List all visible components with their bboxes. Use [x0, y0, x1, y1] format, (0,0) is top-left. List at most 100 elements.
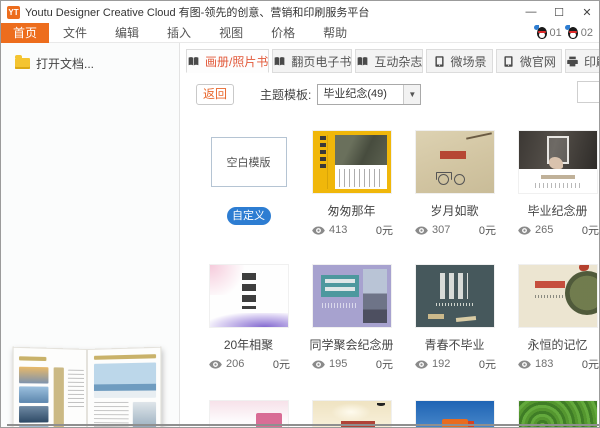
template-name: 毕业纪念册: [506, 202, 600, 219]
window-controls: — ☐ ✕: [517, 1, 600, 23]
menu-item-file[interactable]: 文件: [49, 23, 101, 43]
blank-template-thumbnail[interactable]: 空白模版: [211, 137, 287, 187]
template-toolbar: 返回 主题模板: 毕业纪念(49) ▼: [181, 79, 600, 109]
open-document-label: 打开文档...: [36, 55, 94, 72]
customize-button[interactable]: 自定义: [227, 207, 271, 225]
views-eye-icon: [415, 226, 428, 235]
window-bottom-edge: [7, 424, 599, 426]
menu-item-insert[interactable]: 插入: [153, 23, 205, 43]
view-count: 307: [432, 224, 450, 236]
qq-penguin-icon: [566, 26, 579, 39]
views-eye-icon: [209, 360, 222, 369]
qq-contact-1[interactable]: 01: [535, 26, 562, 39]
template-thumbnail[interactable]: [519, 131, 597, 193]
tab-photobook[interactable]: 画册/照片书: [186, 49, 269, 73]
template-card: 匆匆那年 413 0元: [300, 125, 403, 238]
menu-item-home[interactable]: 首页: [1, 23, 49, 43]
tab-bar: 画册/照片书 翻页电子书 互动杂志 微场景 微官网 印刷品: [181, 49, 600, 73]
view-count: 195: [329, 358, 347, 370]
menu-item-help[interactable]: 帮助: [309, 23, 361, 43]
template-price: 0元: [582, 356, 599, 372]
template-stats: 206 0元: [209, 356, 290, 372]
menu-bar: 首页 文件 编辑 插入 视图 价格 帮助 01 02: [1, 23, 600, 43]
tab-micro-scene[interactable]: 微场景: [426, 49, 492, 73]
tab-print-products[interactable]: 印刷品: [565, 49, 600, 73]
template-row-2: 20年相聚 206 0元 同学聚会纪念册 195 0元: [197, 259, 600, 372]
template-card: 同学聚会纪念册 195 0元: [300, 259, 403, 372]
template-card: 岁月如歌 307 0元: [403, 125, 506, 238]
view-count: 265: [535, 224, 553, 236]
tab-label: 互动杂志: [374, 53, 422, 70]
chevron-down-icon[interactable]: ▼: [403, 85, 420, 104]
tab-interactive-magazine[interactable]: 互动杂志: [355, 49, 423, 73]
tab-micro-site[interactable]: 微官网: [496, 49, 562, 73]
view-count: 183: [535, 358, 553, 370]
qq-contact-2[interactable]: 02: [566, 26, 593, 39]
template-card: 永恒的记忆 183 0元: [506, 259, 600, 372]
template-row-1: 空白模版 自定义 匆匆那年 413 0元 岁月如歌: [197, 125, 600, 238]
blank-template-label: 空白模版: [227, 154, 271, 170]
template-name: 永恒的记忆: [506, 336, 600, 353]
qq-contact-area: 01 02: [535, 26, 600, 39]
view-count: 192: [432, 358, 450, 370]
menu-item-view[interactable]: 视图: [205, 23, 257, 43]
qq-contact-label: 02: [581, 27, 593, 39]
template-price: 0元: [273, 356, 290, 372]
template-card: 毕业纪念册 265 0元: [506, 125, 600, 238]
book-icon: [356, 55, 369, 68]
template-thumbnail[interactable]: [313, 265, 391, 327]
book-icon: [187, 55, 200, 68]
views-eye-icon: [312, 360, 325, 369]
dropdown-selected-value: 毕业纪念(49): [318, 85, 403, 104]
template-thumbnail[interactable]: [519, 265, 597, 327]
blank-template-card: 空白模版 自定义: [197, 125, 300, 238]
template-name: 岁月如歌: [403, 202, 506, 219]
template-thumbnail[interactable]: [416, 131, 494, 193]
back-button[interactable]: 返回: [196, 84, 234, 105]
template-price: 0元: [582, 222, 599, 238]
theme-template-label: 主题模板:: [260, 86, 311, 103]
template-price: 0元: [376, 356, 393, 372]
template-stats: 307 0元: [415, 222, 496, 238]
view-count: 206: [226, 358, 244, 370]
template-price: 0元: [479, 222, 496, 238]
template-price: 0元: [479, 356, 496, 372]
template-name: 青春不毕业: [403, 336, 506, 353]
minimize-button[interactable]: —: [517, 1, 545, 23]
tab-label: 画册/照片书: [205, 53, 268, 70]
phone-icon: [502, 55, 515, 68]
app-window: YT Youtu Designer Creative Cloud 有图-领先的创…: [0, 0, 600, 428]
main-content: 画册/照片书 翻页电子书 互动杂志 微场景 微官网 印刷品: [181, 43, 600, 428]
template-name: 20年相聚: [197, 336, 300, 353]
menu-item-price[interactable]: 价格: [257, 23, 309, 43]
tab-flipbook[interactable]: 翻页电子书: [272, 49, 352, 73]
template-stats: 413 0元: [312, 222, 393, 238]
tab-label: 微场景: [451, 53, 487, 70]
phone-icon: [433, 55, 446, 68]
qq-penguin-icon: [535, 26, 548, 39]
open-book-image: [15, 349, 163, 428]
theme-category-dropdown[interactable]: 毕业纪念(49) ▼: [317, 84, 421, 105]
template-price: 0元: [376, 222, 393, 238]
close-button[interactable]: ✕: [573, 1, 600, 23]
photobook-promo-image: [9, 341, 177, 428]
tab-label: 印刷品: [584, 53, 600, 70]
template-thumbnail[interactable]: [210, 265, 288, 327]
template-stats: 195 0元: [312, 356, 393, 372]
template-name: 同学聚会纪念册: [300, 336, 403, 353]
template-card: 20年相聚 206 0元: [197, 259, 300, 372]
window-title: Youtu Designer Creative Cloud 有图-领先的创意、营…: [25, 4, 369, 20]
open-document-button[interactable]: 打开文档...: [1, 43, 179, 72]
template-thumbnail[interactable]: [313, 131, 391, 193]
views-eye-icon: [312, 226, 325, 235]
search-input[interactable]: [577, 81, 600, 103]
qq-contact-label: 01: [550, 27, 562, 39]
template-card: 青春不毕业 192 0元: [403, 259, 506, 372]
app-logo-icon: YT: [7, 6, 20, 19]
menu-item-edit[interactable]: 编辑: [101, 23, 153, 43]
template-thumbnail[interactable]: [416, 265, 494, 327]
title-bar: YT Youtu Designer Creative Cloud 有图-领先的创…: [1, 1, 600, 23]
maximize-button[interactable]: ☐: [545, 1, 573, 23]
tab-label: 翻页电子书: [291, 53, 351, 70]
folder-icon: [15, 58, 30, 69]
